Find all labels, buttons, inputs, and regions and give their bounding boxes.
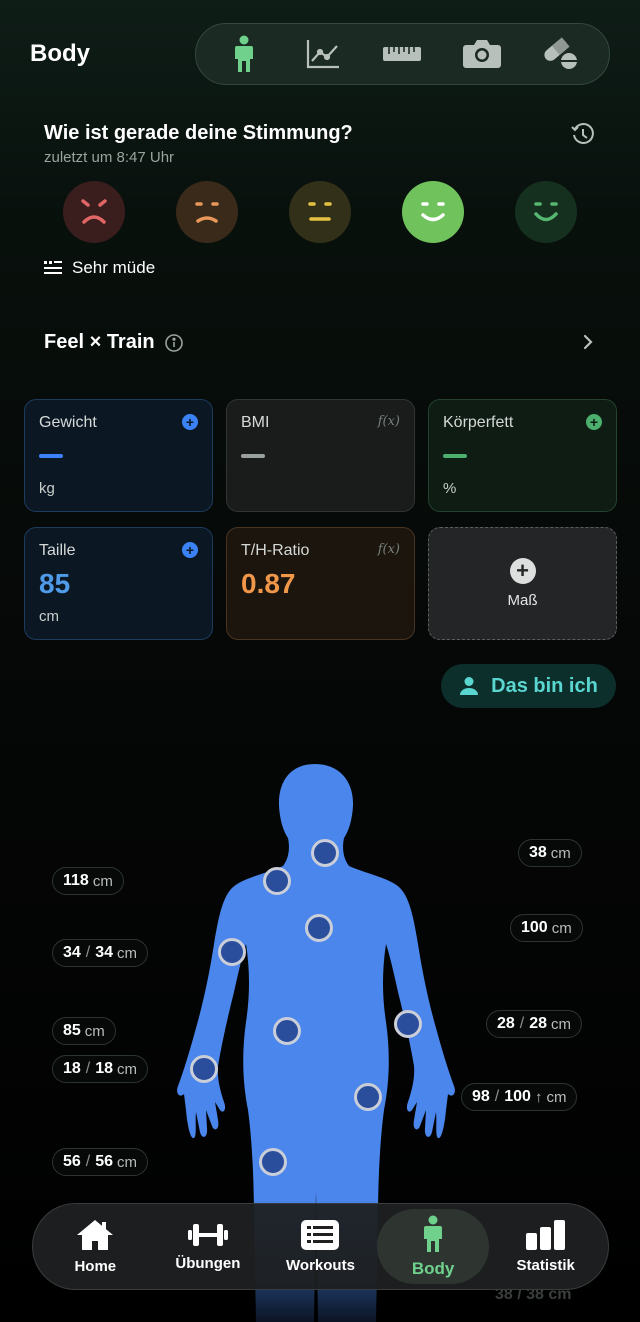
mood-note[interactable]: Sehr müde — [44, 258, 155, 278]
shoulder-measure-chip[interactable]: 100 cm — [510, 914, 583, 942]
nav-body[interactable]: Body — [377, 1209, 490, 1284]
measure-point-neck[interactable] — [311, 839, 339, 867]
measure-point-upper-arm[interactable] — [218, 938, 246, 966]
add-measure-label: Maß — [507, 592, 538, 609]
upper-arm-measure-chip[interactable]: 34/34 cm — [52, 939, 149, 967]
nav-home[interactable]: Home — [39, 1209, 151, 1284]
formula-icon: f(x) — [377, 414, 400, 429]
body-icon — [234, 35, 253, 72]
mood-happy-button[interactable] — [402, 181, 464, 243]
weight-unit: kg — [39, 480, 55, 497]
plus-circle-icon: + — [509, 558, 536, 584]
feel-train-row[interactable]: Feel × Train — [44, 331, 183, 354]
whr-card[interactable]: T/H-Ratio f(x) 0.87 — [226, 527, 415, 640]
very-happy-face-icon — [534, 202, 558, 222]
thigh-measure-chip[interactable]: 56/56 cm — [52, 1148, 149, 1176]
top-nav — [195, 23, 610, 85]
add-weight-icon[interactable]: + — [182, 414, 198, 430]
person-icon — [460, 677, 479, 695]
measure-point-hip[interactable] — [354, 1083, 382, 1111]
measure-point-shoulder[interactable] — [263, 867, 291, 895]
waist-label: Taille — [39, 542, 76, 559]
measure-point-forearm[interactable] — [394, 1010, 422, 1038]
nav-statistics[interactable]: Statistik — [490, 1209, 602, 1284]
progress-tab[interactable] — [296, 29, 350, 79]
history-icon — [571, 122, 594, 144]
very-sad-face-icon — [81, 199, 107, 224]
this-is-me-label: Das bin ich — [491, 674, 598, 697]
mood-sad-button[interactable] — [176, 181, 238, 243]
mood-timestamp: zuletzt um 8:47 Uhr — [44, 149, 175, 166]
bodyfat-label: Körperfett — [443, 414, 514, 431]
wrist-measure-chip[interactable]: 18/18 cm — [52, 1055, 149, 1083]
neck-measure-chip[interactable]: 38 cm — [518, 839, 582, 867]
happy-face-icon — [421, 202, 445, 222]
weight-card[interactable]: Gewicht + kg — [24, 399, 213, 512]
bmi-empty-value — [241, 454, 265, 458]
info-icon — [164, 333, 183, 352]
supplements-tab[interactable] — [534, 29, 588, 79]
sad-face-icon — [195, 202, 219, 223]
forearm-measure-chip[interactable]: 28/28 cm — [486, 1010, 583, 1038]
nav-home-label: Home — [74, 1258, 117, 1275]
bmi-card[interactable]: BMI f(x) — [226, 399, 415, 512]
bodyfat-empty-value — [443, 454, 467, 458]
nav-body-label: Body — [411, 1258, 455, 1278]
page-title: Body — [30, 40, 90, 67]
add-measure-card[interactable]: + Maß — [428, 527, 617, 640]
list-icon — [301, 1220, 340, 1250]
nav-statistics-label: Statistik — [516, 1257, 575, 1274]
weight-empty-value — [39, 454, 63, 458]
measure-point-thigh[interactable] — [259, 1148, 287, 1176]
weight-label: Gewicht — [39, 414, 97, 431]
waist-measure-chip[interactable]: 85 cm — [52, 1017, 116, 1045]
nav-exercises-label: Übungen — [175, 1255, 241, 1272]
add-waist-icon[interactable]: + — [182, 542, 198, 558]
whr-value: 0.87 — [241, 568, 296, 599]
home-icon — [77, 1220, 114, 1250]
mood-question: Wie ist gerade deine Stimmung? — [44, 122, 353, 144]
feel-train-label: Feel × Train — [44, 331, 155, 353]
waist-value: 85 — [39, 568, 71, 599]
this-is-me-button[interactable]: Das bin ich — [441, 664, 616, 708]
camera-icon — [462, 40, 501, 68]
mood-very-happy-button[interactable] — [515, 181, 577, 243]
waist-unit: cm — [39, 608, 59, 625]
photo-tab[interactable] — [455, 29, 509, 79]
chart-line-icon — [306, 40, 340, 69]
mood-note-text: Sehr müde — [72, 258, 156, 277]
bodyfat-card[interactable]: Körperfett + % — [428, 399, 617, 512]
chevron-right-icon — [583, 334, 593, 350]
bar-chart-icon — [525, 1220, 565, 1250]
formula-icon: f(x) — [377, 542, 400, 557]
waist-card[interactable]: Taille + 85 cm — [24, 527, 213, 640]
mood-very-sad-button[interactable] — [63, 181, 125, 243]
measure-point-chest[interactable] — [305, 914, 333, 942]
bodyfat-unit: % — [443, 480, 457, 497]
body-tab[interactable] — [217, 29, 271, 79]
mood-neutral-button[interactable] — [289, 181, 351, 243]
measure-point-wrist[interactable] — [190, 1055, 218, 1083]
add-bodyfat-icon[interactable]: + — [586, 414, 602, 430]
bottom-nav: Home Übungen Workouts Body Statistik — [32, 1203, 609, 1290]
ruler-icon — [383, 47, 422, 61]
whr-label: T/H-Ratio — [241, 542, 310, 559]
measure-tab[interactable] — [375, 29, 429, 79]
pills-icon — [544, 37, 578, 69]
chest-measure-chip[interactable]: 118 cm — [52, 867, 124, 895]
measure-point-waist[interactable] — [273, 1017, 301, 1045]
nav-exercises[interactable]: Übungen — [152, 1209, 264, 1284]
quote-lines-icon — [44, 261, 62, 274]
feel-train-chevron[interactable] — [578, 330, 598, 354]
arrow-up-icon: ↑ — [534, 1088, 543, 1106]
history-button[interactable] — [570, 121, 596, 147]
bmi-label: BMI — [241, 414, 270, 431]
neutral-face-icon — [308, 202, 332, 221]
body-icon — [424, 1215, 443, 1252]
dumbbell-icon — [187, 1224, 228, 1246]
hip-measure-chip[interactable]: 98/100 ↑ cm — [461, 1083, 578, 1111]
nav-workouts-label: Workouts — [286, 1257, 355, 1274]
nav-workouts[interactable]: Workouts — [264, 1209, 376, 1284]
